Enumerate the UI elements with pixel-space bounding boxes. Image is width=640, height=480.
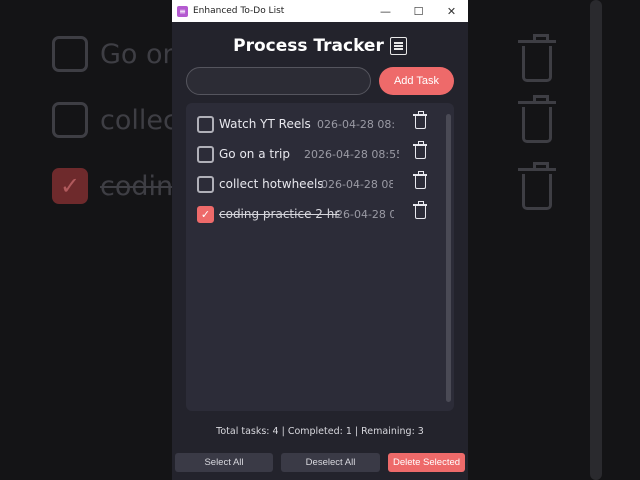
task-list: Watch YT Reels 026-04-28 08:5 Go on a tr… [186,103,454,411]
select-all-button[interactable]: Select All [175,453,273,472]
delete-selected-button[interactable]: Delete Selected [388,453,465,472]
deselect-all-button[interactable]: Deselect All [281,453,380,472]
background-scrollbar [590,0,602,480]
task-date: 026-04-28 08:5 [321,177,393,191]
page-title-text: Process Tracker [233,36,384,56]
background-row: collect [52,102,188,138]
task-text: coding practice 2 hr [219,207,340,221]
minimize-button[interactable]: — [369,0,402,22]
background-checkbox [52,102,88,138]
background-row-text: Go on [100,38,180,70]
background-checkmark-icon: ✓ [52,168,88,204]
task-text: collect hotwheels [219,177,324,191]
status-text: Total tasks: 4 | Completed: 1 | Remainin… [216,426,424,437]
list-scrollbar[interactable] [446,114,451,402]
task-text: Watch YT Reels [219,117,311,131]
checkmark-icon[interactable]: ✓ [197,205,214,223]
window-title: Enhanced To-Do List [193,6,285,16]
bottom-actions: Select All Deselect All Delete Selected [175,453,465,472]
task-checkbox[interactable] [197,175,214,193]
todo-window: ≡ Enhanced To-Do List — ☐ ✕ Process Trac… [172,0,468,480]
page-title: Process Tracker [172,36,468,56]
task-input[interactable] [186,67,371,95]
maximize-button[interactable]: ☐ [402,0,435,22]
background-trash-icon [518,95,556,143]
trash-icon[interactable] [413,201,427,219]
close-button[interactable]: ✕ [435,0,468,22]
trash-icon[interactable] [413,141,427,159]
task-row[interactable]: collect hotwheels 026-04-28 08:5 [197,171,427,194]
trash-icon[interactable] [413,171,427,189]
background-trash-icon [518,162,556,210]
background-checkbox [52,36,88,72]
window-titlebar[interactable]: ≡ Enhanced To-Do List — ☐ ✕ [172,0,468,22]
background-row: ✓ coding [52,168,190,204]
task-checkbox[interactable] [197,115,214,133]
task-date: 26-04-28 08 [336,207,394,221]
add-task-button[interactable]: Add Task [379,67,454,95]
add-task-row: Add Task [186,67,454,95]
task-text: Go on a trip [219,147,290,161]
task-checkbox[interactable] [197,145,214,163]
app-icon: ≡ [177,5,188,17]
memo-icon [389,37,407,55]
task-row[interactable]: Go on a trip 2026-04-28 08:55 [197,141,427,164]
task-row[interactable]: Watch YT Reels 026-04-28 08:5 [197,111,427,134]
task-date: 026-04-28 08:5 [317,117,394,131]
background-row: Go on [52,36,180,72]
task-date: 2026-04-28 08:55 [304,147,399,161]
background-trash-icon [518,34,556,82]
trash-icon[interactable] [413,111,427,129]
task-row[interactable]: ✓ coding practice 2 hr 26-04-28 08 [197,201,427,224]
